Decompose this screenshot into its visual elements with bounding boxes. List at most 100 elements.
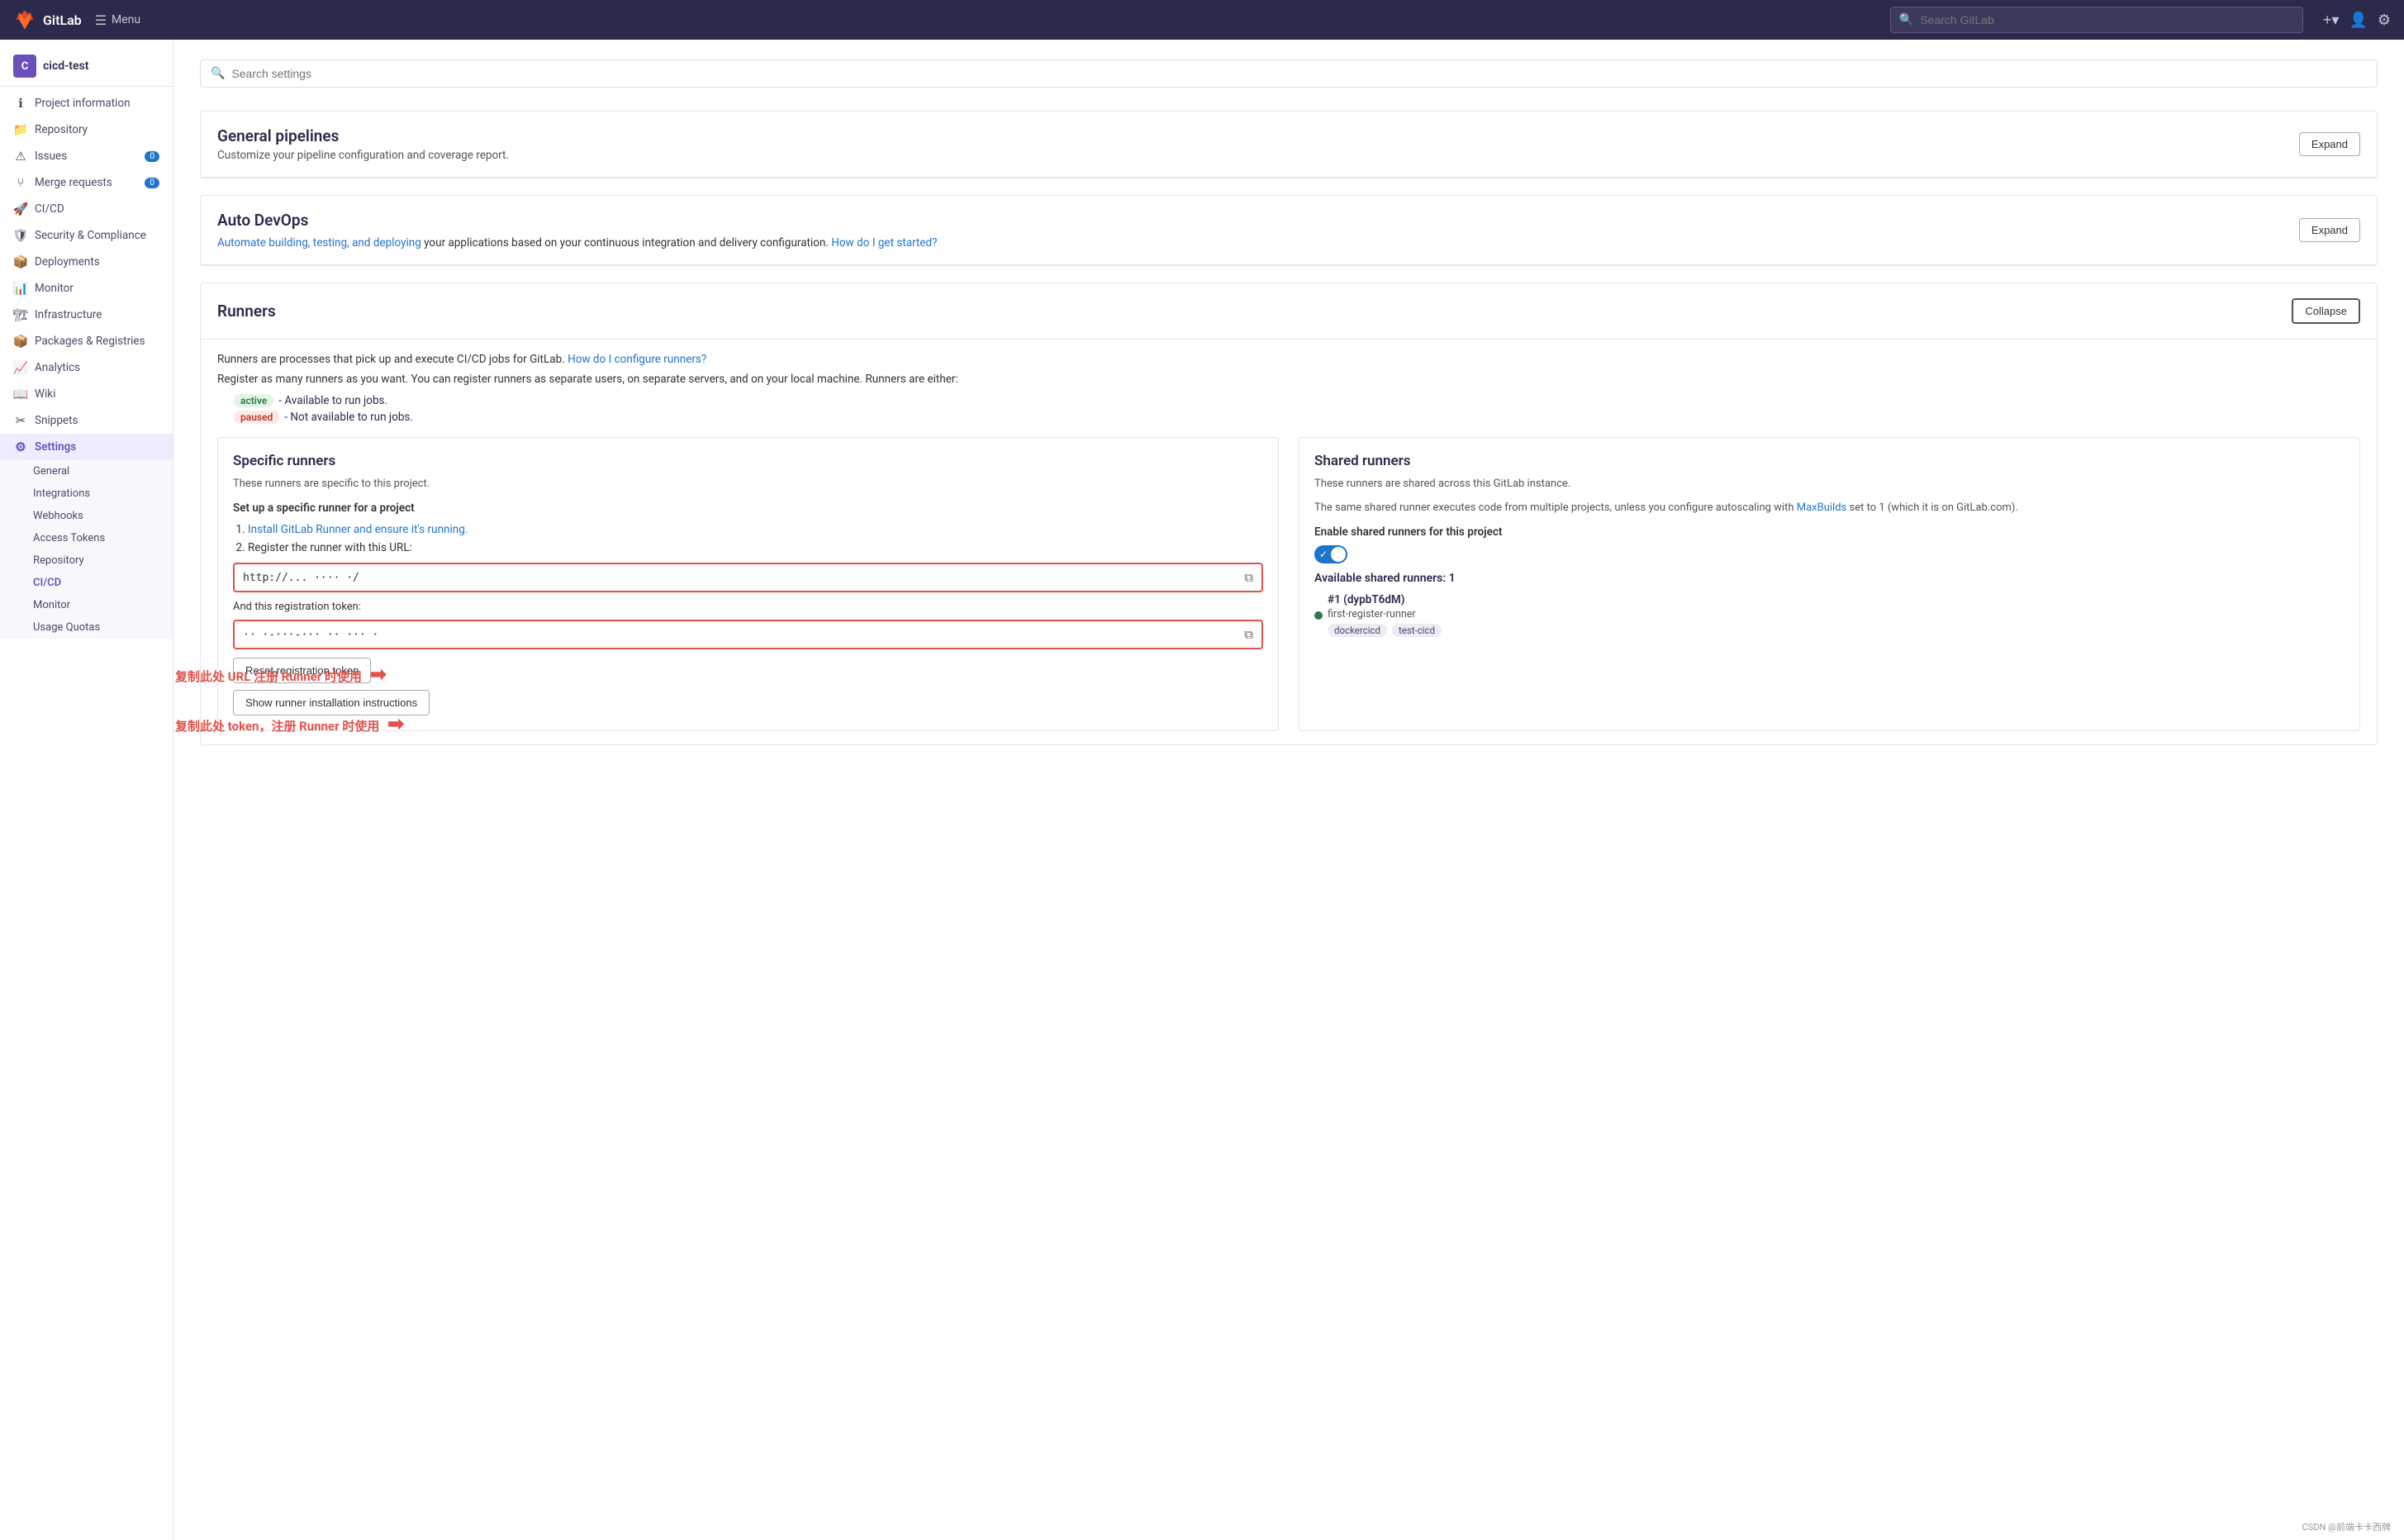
monitor-icon: 📊 (13, 281, 28, 296)
sidebar-item-settings-monitor[interactable]: Monitor (0, 594, 173, 616)
infrastructure-icon: 🏗 (13, 307, 28, 322)
runner-tag-2: test-cicd (1392, 624, 1442, 637)
sidebar: C cicd-test ℹ Project information 📁 Repo… (0, 40, 173, 1540)
shared-runners-toggle[interactable]: ✓ (1314, 545, 1347, 563)
sidebar-item-infrastructure[interactable]: 🏗 Infrastructure (0, 302, 173, 328)
expand-general-pipelines-button[interactable]: Expand (2299, 132, 2360, 156)
topnav-actions: +▾ 👤 ⚙ (2323, 12, 2391, 29)
menu-button[interactable]: ☰ Menu (95, 12, 140, 28)
sidebar-item-deployments[interactable]: 📦 Deployments (0, 249, 173, 275)
autodevops-link2[interactable]: How do I get started? (831, 236, 937, 250)
sidebar-item-settings-cicd[interactable]: CI/CD (0, 572, 173, 594)
collapse-runners-button[interactable]: Collapse (2292, 298, 2360, 324)
sidebar-item-security[interactable]: 🛡 Security & Compliance (0, 222, 173, 249)
search-bar[interactable]: 🔍 (1890, 7, 2303, 33)
sidebar-item-project-information[interactable]: ℹ Project information (0, 90, 173, 116)
sidebar-item-settings-general[interactable]: General (0, 460, 173, 482)
settings-icon-button[interactable]: ⚙ (2378, 12, 2391, 29)
section-runners: Runners Collapse Runners are processes t… (200, 283, 2378, 745)
section-general-pipelines-title: General pipelines (217, 126, 509, 145)
analytics-icon: 📈 (13, 360, 28, 375)
search-settings-input[interactable] (231, 67, 2367, 80)
show-instructions-button[interactable]: Show runner installation instructions (233, 690, 430, 715)
badge-paused: paused (234, 411, 279, 424)
merge-requests-icon: ⑂ (13, 175, 28, 190)
sidebar-item-monitor[interactable]: 📊 Monitor (0, 275, 173, 302)
autodevops-text: your applications based on your continuo… (424, 236, 829, 250)
runners-steps: Install GitLab Runner and ensure it's ru… (248, 523, 1263, 554)
section-general-pipelines: General pipelines Customize your pipelin… (200, 111, 2378, 178)
shared-runners-title: Shared runners (1314, 453, 2345, 469)
specific-runners-setup-title: Set up a specific runner for a project (233, 501, 1263, 515)
available-runners-label: Available shared runners: 1 (1314, 572, 2345, 585)
section-auto-devops-header: Auto DevOps Automate building, testing, … (201, 196, 2377, 265)
token-label: And this registration token: (233, 601, 1263, 613)
configure-runners-link[interactable]: How do I configure runners? (568, 353, 706, 366)
reset-token-button[interactable]: Reset registration token (233, 658, 371, 683)
shared-runners-desc: These runners are shared across this Git… (1314, 478, 2345, 490)
sidebar-item-settings-repository[interactable]: Repository (0, 549, 173, 572)
sidebar-item-merge-requests[interactable]: ⑂ Merge requests 0 (0, 169, 173, 196)
layout: C cicd-test ℹ Project information 📁 Repo… (0, 40, 2404, 1540)
runners-columns: Specific runners These runners are speci… (217, 437, 2360, 731)
sidebar-item-repository[interactable]: 📁 Repository (0, 116, 173, 143)
gitlab-logo[interactable]: GitLab (13, 8, 82, 31)
shared-runners-desc2: The same shared runner executes code fro… (1314, 501, 2345, 514)
sidebar-item-analytics[interactable]: 📈 Analytics (0, 354, 173, 381)
runner-id: #1 (dypbT6dM) (1328, 593, 1442, 606)
runners-body: Runners are processes that pick up and e… (201, 340, 2377, 744)
copy-url-icon[interactable]: ⧉ (1244, 570, 1253, 585)
sidebar-item-cicd[interactable]: 🚀 CI/CD (0, 196, 173, 222)
expand-auto-devops-button[interactable]: Expand (2299, 218, 2360, 242)
runner-tags: dockercicd test-cicd (1328, 624, 1442, 637)
maxbuilds-link[interactable]: MaxBuilds (1797, 501, 1847, 514)
search-icon: 🔍 (1899, 13, 1913, 26)
repository-icon: 📁 (13, 122, 28, 137)
autodevops-link1[interactable]: Automate building, testing, and deployin… (217, 236, 421, 250)
runner-token-box: ·· ·-···-··· ·· ··· · ⧉ (233, 620, 1263, 649)
toggle-knob (1331, 547, 1346, 562)
project-name: cicd-test (43, 59, 88, 73)
runners-intro-text: Runners are processes that pick up and e… (217, 353, 2360, 366)
section-auto-devops-body: Automate building, testing, and deployin… (217, 236, 938, 250)
enable-shared-runners-row: Enable shared runners for this project (1314, 525, 2345, 539)
search-settings-bar[interactable]: 🔍 (200, 59, 2378, 88)
runner-url-value: http://... ···· ·/ (243, 572, 359, 584)
runner-token-value: ·· ·-···-··· ·· ··· · (243, 629, 378, 641)
snippets-icon: ✂ (13, 413, 28, 428)
sidebar-item-settings-webhooks[interactable]: Webhooks (0, 505, 173, 527)
sidebar-item-settings[interactable]: ⚙ Settings (0, 434, 173, 460)
search-input[interactable] (1920, 13, 2294, 26)
shared-runner-item: #1 (dypbT6dM) first-register-runner dock… (1314, 593, 2345, 637)
sidebar-item-snippets[interactable]: ✂ Snippets (0, 407, 173, 434)
search-settings-icon: 🔍 (211, 67, 225, 80)
project-header[interactable]: C cicd-test (0, 46, 173, 87)
paused-desc: - Not available to run jobs. (284, 411, 413, 424)
sidebar-item-settings-access-tokens[interactable]: Access Tokens (0, 527, 173, 549)
runners-status-list: active - Available to run jobs. paused -… (234, 394, 2360, 424)
menu-label: Menu (112, 13, 140, 26)
section-auto-devops: Auto DevOps Automate building, testing, … (200, 195, 2378, 266)
section-runners-header: Runners Collapse (201, 283, 2377, 340)
project-avatar: C (13, 55, 36, 78)
sidebar-item-wiki[interactable]: 📖 Wiki (0, 381, 173, 407)
sidebar-item-issues[interactable]: ⚠ Issues 0 (0, 143, 173, 169)
sidebar-item-settings-integrations[interactable]: Integrations (0, 482, 173, 505)
deployments-icon: 📦 (13, 254, 28, 269)
wiki-icon: 📖 (13, 387, 28, 402)
section-general-pipelines-header: General pipelines Customize your pipelin… (201, 112, 2377, 178)
packages-icon: 📦 (13, 334, 28, 349)
profile-button[interactable]: 👤 (2349, 12, 2367, 29)
sidebar-item-packages[interactable]: 📦 Packages & Registries (0, 328, 173, 354)
plus-button[interactable]: +▾ (2323, 12, 2340, 29)
main-content: 🔍 General pipelines Customize your pipel… (173, 40, 2404, 1540)
runners-active-item: active - Available to run jobs. (234, 394, 2360, 407)
install-runner-link[interactable]: Install GitLab Runner and ensure it's ru… (248, 523, 468, 536)
settings-submenu: General Integrations Webhooks Access Tok… (0, 460, 173, 639)
specific-runners-title: Specific runners (233, 453, 1263, 469)
sidebar-item-settings-usage-quotas[interactable]: Usage Quotas (0, 616, 173, 639)
runner-step-2: Register the runner with this URL: (248, 541, 1263, 554)
copy-token-icon[interactable]: ⧉ (1244, 627, 1253, 642)
runners-paused-item: paused - Not available to run jobs. (234, 411, 2360, 424)
cicd-icon: 🚀 (13, 202, 28, 216)
